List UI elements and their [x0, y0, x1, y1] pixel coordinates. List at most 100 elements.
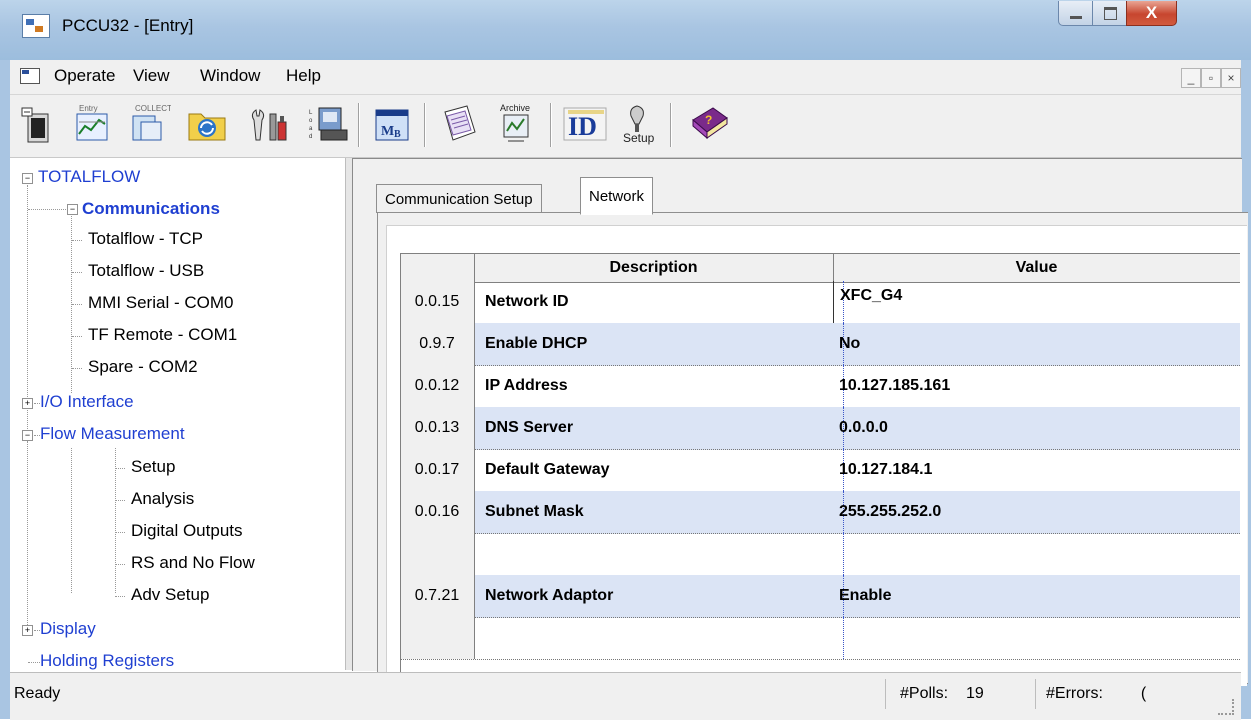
value-cell[interactable]: No [833, 323, 1239, 365]
svg-text:a: a [309, 126, 313, 132]
collapse-icon[interactable]: − [67, 204, 78, 215]
toolbar-entry-button[interactable]: Entry [70, 101, 116, 147]
navigation-tree: − TOTALFLOW − Communications Totalflow -… [10, 158, 347, 670]
description-cell: Default Gateway [474, 449, 844, 491]
minimize-icon [1070, 15, 1082, 19]
value-cell[interactable]: 0.0.0.0 [833, 407, 1239, 449]
tree-item-digital-outputs[interactable]: Digital Outputs [131, 521, 243, 541]
tab-network[interactable]: Network [580, 177, 654, 215]
table-row[interactable]: 0.0.12 IP Address 10.127.185.161 [400, 365, 1240, 408]
toolbar-collect-button[interactable]: COLLECT [126, 101, 172, 147]
status-bar: Ready #Polls: 19 #Errors: ( [10, 672, 1241, 720]
tree-item-totalflow[interactable]: TOTALFLOW [38, 167, 140, 187]
modbus-icon: M B [375, 109, 409, 141]
menu-window[interactable]: Window [200, 66, 260, 86]
toolbar-modbus-button[interactable]: M B [370, 101, 416, 147]
table-row[interactable]: 0.0.16 Subnet Mask 255.255.252.0 [400, 491, 1240, 534]
tree-item-totalflow-tcp[interactable]: Totalflow - TCP [88, 229, 203, 249]
value-cell[interactable]: 10.127.185.161 [833, 365, 1239, 407]
window-title: PCCU32 - [Entry] [62, 16, 194, 35]
toolbar-load-button[interactable]: L o a d [306, 101, 352, 147]
close-button[interactable]: X [1126, 1, 1177, 26]
value-cell[interactable]: Enable [833, 575, 1239, 617]
expand-icon[interactable]: + [22, 625, 33, 636]
toolbar-archive-button[interactable]: Archive [494, 101, 540, 147]
minimize-button[interactable] [1058, 1, 1094, 26]
register-cell: 0.0.12 [400, 365, 475, 407]
grid-header-value: Value [1015, 259, 1058, 276]
menu-help[interactable]: Help [286, 66, 321, 86]
tree-item-rs-and-no-flow[interactable]: RS and No Flow [131, 553, 255, 573]
table-row[interactable]: 0.7.21 Network Adaptor Enable [400, 575, 1240, 618]
polls-value: 19 [966, 685, 984, 702]
tree-item-tf-remote-com1[interactable]: TF Remote - COM1 [88, 325, 237, 345]
tree-item-communications[interactable]: Communications [82, 199, 220, 219]
table-row[interactable]: 0.0.13 DNS Server 0.0.0.0 [400, 407, 1240, 450]
maximize-icon [1103, 6, 1117, 20]
collapse-icon[interactable]: − [22, 173, 33, 184]
setup-label: Setup [623, 131, 655, 145]
value-cell[interactable]: XFC_G4 [833, 281, 1240, 329]
entry-label: Entry [79, 104, 98, 113]
menu-view[interactable]: View [133, 66, 170, 86]
polls-label: #Polls: [900, 685, 949, 702]
collapse-icon[interactable]: − [22, 430, 33, 441]
resize-grip[interactable] [1218, 699, 1234, 715]
tree-item-adv-setup[interactable]: Adv Setup [131, 585, 209, 605]
toolbar-sync-button[interactable] [184, 101, 230, 147]
description-cell: Enable DHCP [474, 323, 844, 365]
tree-item-setup[interactable]: Setup [131, 457, 175, 477]
mdi-minimize-button[interactable]: _ [1181, 68, 1201, 88]
table-row[interactable]: 0.9.7 Enable DHCP No [400, 323, 1240, 366]
svg-text:B: B [394, 129, 401, 140]
tree-item-flow-measurement[interactable]: Flow Measurement [40, 424, 185, 444]
window-frame-left [0, 60, 10, 719]
menu-operate[interactable]: Operate [54, 66, 115, 86]
tree-item-spare-com2[interactable]: Spare - COM2 [88, 357, 198, 377]
toolbar-reports-button[interactable] [436, 101, 482, 147]
toolbar-separator [358, 103, 360, 147]
tree-item-totalflow-usb[interactable]: Totalflow - USB [88, 261, 204, 281]
tree-item-io-interface[interactable]: I/O Interface [40, 392, 134, 412]
svg-text:?: ? [705, 113, 712, 127]
value-cell[interactable] [833, 533, 1239, 575]
value-cell[interactable]: 10.127.184.1 [833, 449, 1239, 491]
table-row[interactable] [400, 533, 1240, 576]
register-cell: 0.0.15 [400, 281, 475, 323]
expand-icon[interactable]: + [22, 398, 33, 409]
tree-item-display[interactable]: Display [40, 619, 96, 639]
load-icon: L o a d [309, 107, 348, 141]
toolbar-id-manager-button[interactable]: ID [562, 101, 608, 147]
status-text: Ready [14, 685, 61, 702]
menu-bar: Operate View Window Help _ ▫ × [10, 60, 1241, 95]
pane-splitter[interactable] [345, 158, 352, 670]
value-cell[interactable] [833, 617, 1239, 659]
value-cell[interactable]: 255.255.252.0 [833, 491, 1239, 533]
register-cell [400, 617, 475, 659]
maximize-button[interactable] [1092, 1, 1128, 26]
tree-item-analysis[interactable]: Analysis [131, 489, 194, 509]
toolbar-setup-button[interactable]: Setup [614, 101, 660, 147]
table-row[interactable]: 0.0.15 Network ID XFC_G4 [400, 281, 1240, 329]
table-row[interactable]: 0.0.17 Default Gateway 10.127.184.1 [400, 449, 1240, 492]
table-row[interactable] [400, 617, 1240, 660]
toolbar-device-button[interactable] [14, 101, 60, 147]
mdi-restore-button[interactable]: ▫ [1201, 68, 1221, 88]
mdi-child-icon[interactable] [20, 68, 40, 84]
id-label: ID [568, 112, 597, 141]
grid-header-description: Description [474, 254, 834, 282]
description-cell: Network Adaptor [474, 575, 844, 617]
tree-item-mmi-serial-com0[interactable]: MMI Serial - COM0 [88, 293, 233, 313]
mdi-close-button[interactable]: × [1221, 68, 1241, 88]
register-cell: 0.0.16 [400, 491, 475, 533]
device-icon [21, 107, 49, 143]
tree-item-holding-registers[interactable]: Holding Registers [40, 651, 174, 670]
toolbar-tools-button[interactable] [246, 101, 292, 147]
tab-communication-setup[interactable]: Communication Setup [376, 184, 542, 213]
polls-panel: #Polls: 19 [885, 679, 1006, 709]
collect-icon: COLLECT [132, 104, 171, 141]
toolbar-separator [550, 103, 552, 147]
toolbar-separator [424, 103, 426, 147]
toolbar-help-button[interactable]: ? [686, 101, 732, 147]
sync-folder-icon [188, 113, 226, 141]
